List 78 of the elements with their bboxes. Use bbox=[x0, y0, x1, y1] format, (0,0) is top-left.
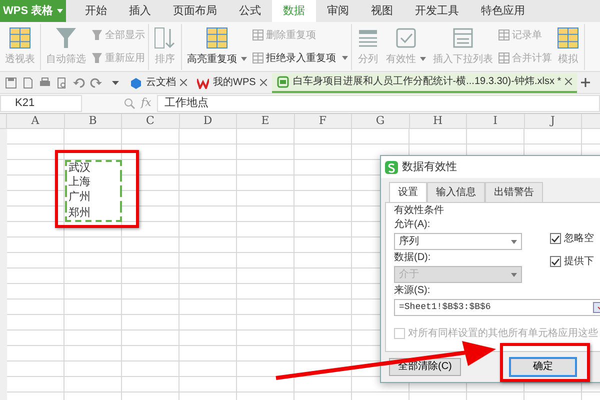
document-tab[interactable]: 我的WPS bbox=[192, 72, 272, 92]
menu-tab[interactable]: 开始 bbox=[74, 0, 118, 22]
checkbox-label: 忽略空 bbox=[564, 232, 594, 246]
column-header[interactable]: G bbox=[352, 114, 410, 128]
check-icon bbox=[551, 257, 560, 266]
column-header[interactable]: F bbox=[294, 114, 352, 128]
column-header[interactable]: H bbox=[410, 114, 467, 128]
table-icon bbox=[206, 26, 228, 48]
document-tab[interactable]: 白车身项目进展和人员工作分配统计-横...19.3.30)-钟炜.xlsx * bbox=[272, 72, 578, 92]
search-icon[interactable] bbox=[124, 98, 135, 109]
document-tab[interactable]: 云文档 bbox=[125, 72, 192, 92]
funnel-icon bbox=[91, 29, 103, 41]
column-header[interactable]: I bbox=[467, 114, 524, 128]
plus-icon[interactable] bbox=[581, 78, 590, 87]
list-icon bbox=[452, 26, 474, 48]
close-icon[interactable] bbox=[180, 79, 187, 86]
column-header[interactable]: C bbox=[122, 114, 180, 128]
formula-field[interactable]: 工作地点 bbox=[157, 95, 600, 112]
document-icon[interactable] bbox=[22, 76, 34, 88]
table-icon bbox=[252, 29, 264, 41]
group-label: 有效性条件 bbox=[394, 205, 445, 217]
w-logo-icon bbox=[197, 76, 209, 88]
dialog-tab[interactable]: 出错警告 bbox=[485, 182, 543, 202]
column-header[interactable]: B bbox=[64, 114, 122, 128]
table-cell: 上海 bbox=[64, 176, 122, 191]
menu-tab[interactable]: 数据 bbox=[272, 0, 316, 22]
caret-icon bbox=[57, 8, 63, 13]
column-header[interactable]: A bbox=[7, 114, 64, 128]
column-header[interactable]: J bbox=[524, 114, 582, 128]
checkbox[interactable] bbox=[550, 233, 561, 244]
table-icon bbox=[9, 26, 31, 48]
dialog-tab[interactable]: 设置 bbox=[389, 182, 427, 202]
table-cell: 广州 bbox=[64, 191, 122, 206]
check-icon bbox=[551, 234, 560, 243]
spreadsheet-icon bbox=[276, 76, 289, 88]
print-icon[interactable] bbox=[39, 76, 51, 88]
dialog-button[interactable]: 确定 bbox=[508, 357, 577, 377]
menu-tab[interactable]: 特色应用 bbox=[470, 0, 536, 22]
checkbox-label: 对所有同样设置的其他所有单元格应用这些 bbox=[408, 326, 598, 341]
menu-tab[interactable]: 公式 bbox=[228, 0, 272, 22]
field-label: 数据(D): bbox=[394, 252, 432, 264]
dialog-tab[interactable]: 输入信息 bbox=[427, 182, 485, 202]
redo-icon[interactable] bbox=[90, 76, 102, 88]
menu-tab[interactable]: 插入 bbox=[118, 0, 162, 22]
cube-icon bbox=[130, 76, 142, 88]
table-icon bbox=[498, 52, 510, 64]
menu-tab[interactable]: 审阅 bbox=[316, 0, 360, 22]
field-label: 来源(S): bbox=[394, 285, 432, 297]
s-logo-icon bbox=[385, 160, 398, 174]
field-label: 允许(A): bbox=[394, 219, 432, 231]
table-icon bbox=[498, 29, 510, 41]
name-box[interactable]: K21 bbox=[0, 95, 82, 112]
close-icon[interactable] bbox=[565, 78, 572, 85]
caret-icon[interactable] bbox=[112, 80, 119, 84]
table-icon bbox=[252, 52, 264, 64]
menu-tab[interactable]: 页面布局 bbox=[162, 0, 228, 22]
dropdown-field[interactable]: 序列 bbox=[394, 233, 522, 250]
checkbox[interactable] bbox=[550, 256, 561, 267]
save-icon[interactable] bbox=[5, 76, 17, 88]
dialog-title: 数据有效性 bbox=[402, 160, 457, 175]
ribbon-button[interactable]: 拒绝录入重复项 bbox=[252, 50, 348, 66]
funnel-icon bbox=[91, 52, 103, 64]
table-cell: 郑州 bbox=[64, 206, 122, 222]
funnel-icon bbox=[55, 26, 77, 48]
checkbox-label: 提供下 bbox=[564, 255, 594, 269]
menu-tab[interactable]: 视图 bbox=[360, 0, 404, 22]
undo-icon[interactable] bbox=[73, 76, 85, 88]
sort-icon bbox=[154, 26, 176, 48]
column-header[interactable]: E bbox=[237, 114, 294, 128]
preview-icon[interactable] bbox=[56, 76, 68, 88]
menu-tab[interactable]: 开发工具 bbox=[404, 0, 470, 22]
ribbon-button[interactable]: 高亮重复项 bbox=[185, 26, 249, 66]
table-icon bbox=[557, 26, 579, 48]
close-icon[interactable] bbox=[260, 79, 267, 86]
table-cell: 武汉 bbox=[64, 160, 122, 176]
checklist-icon bbox=[395, 26, 417, 48]
column-header[interactable]: D bbox=[180, 114, 237, 128]
input-field[interactable]: =Sheet1!$B$3:$B$6 bbox=[394, 299, 600, 316]
